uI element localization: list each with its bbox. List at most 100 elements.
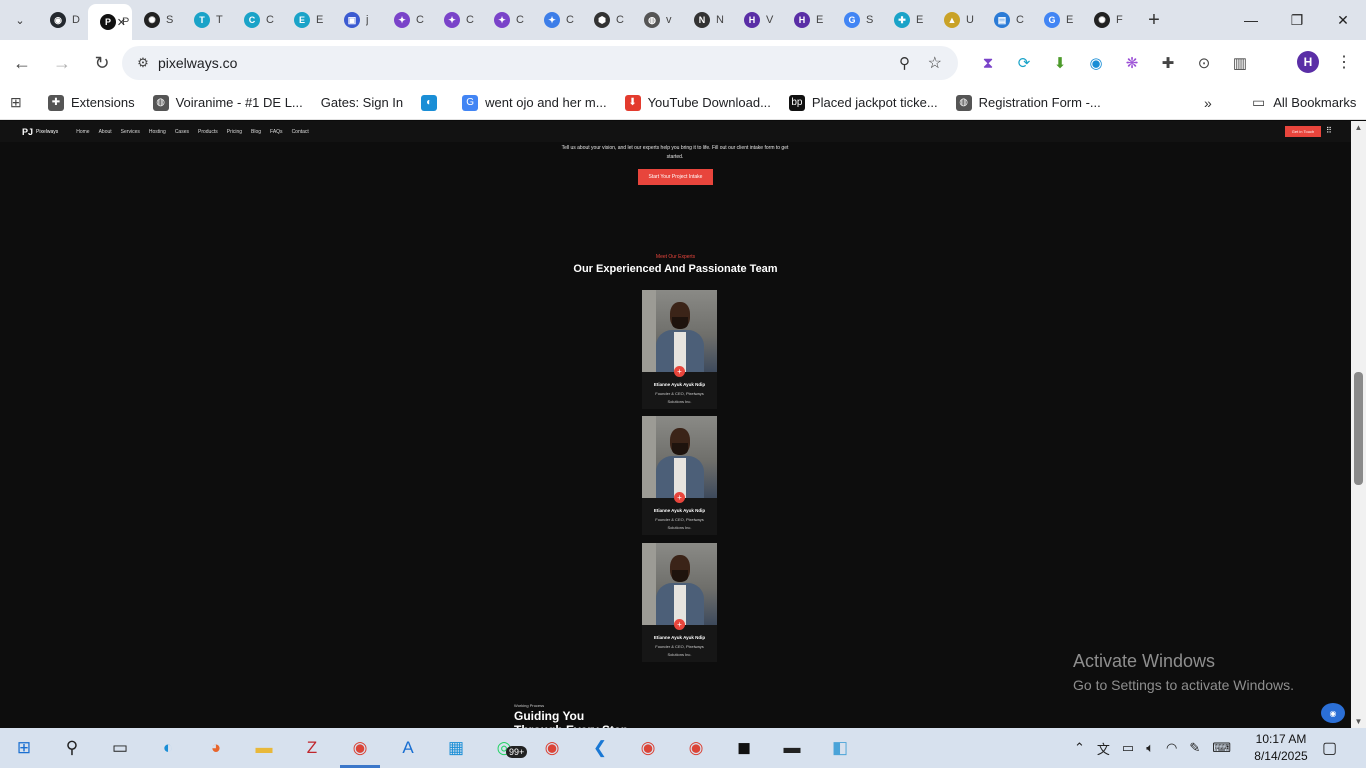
browser-tab[interactable]: ▤ C	[982, 4, 1032, 36]
browser-tab[interactable]: ▲ U	[932, 4, 982, 36]
browser-tab[interactable]: GS	[832, 4, 882, 36]
bookmark-item[interactable]: ✚ Extensions	[48, 94, 135, 111]
site-nav-link[interactable]: Blog	[251, 129, 261, 135]
browser-tab[interactable]: ✦ C	[532, 4, 582, 36]
site-nav-link[interactable]: Hosting	[149, 129, 166, 135]
notification-icon[interactable]: ▢	[1322, 738, 1337, 758]
close-icon[interactable]: ✕	[1320, 0, 1366, 40]
site-info-icon[interactable]: ⚙	[128, 55, 158, 71]
browser-tab[interactable]: ⬢ C	[582, 4, 632, 36]
extension-blue-icon[interactable]: ◉	[1078, 54, 1114, 72]
team-card[interactable]: + Etianne Ayuk Ayuk Ndip Founder & CEO, Pi…	[642, 290, 717, 409]
site-logo[interactable]: PJ Pixelways	[22, 127, 58, 137]
site-nav-link[interactable]: Contact	[292, 129, 309, 135]
team-card[interactable]: + Etianne Ayuk Ayuk Ndip Founder & CEO, Pi…	[642, 543, 717, 662]
bookmark-item[interactable]: ◐	[421, 94, 444, 111]
chrome-alt-icon[interactable]: ◉	[528, 728, 576, 768]
browser-tab[interactable]: ✦ C	[432, 4, 482, 36]
system-clock[interactable]: 10:17 AM 8/14/2025	[1254, 731, 1308, 765]
plus-icon[interactable]: +	[674, 366, 685, 377]
microsoft-store-icon[interactable]: ▦	[432, 728, 480, 768]
wifi-icon[interactable]: ◠	[1166, 740, 1177, 756]
site-nav-link[interactable]: Home	[76, 129, 89, 135]
site-nav-link[interactable]: Services	[121, 129, 140, 135]
browser-tab[interactable]: ✺ F	[1082, 4, 1132, 36]
browser-tab[interactable]: ✚ E	[882, 4, 932, 36]
chrome-icon-2[interactable]: ◉	[672, 728, 720, 768]
extension-sync-icon[interactable]: ⟳	[1006, 54, 1042, 72]
chrome-profile-icon[interactable]: ◉	[336, 728, 384, 768]
extension-green-icon[interactable]: ⬇	[1042, 54, 1078, 72]
chat-widget-icon[interactable]: ◉	[1321, 703, 1345, 723]
team-card[interactable]: + Etianne Ayuk Ayuk Ndip Founder & CEO, Pi…	[642, 416, 717, 535]
plus-icon[interactable]: +	[674, 492, 685, 503]
new-tab-button[interactable]: +	[1140, 9, 1168, 32]
bookmark-item[interactable]: Gates: Sign In	[321, 95, 403, 110]
page-scrollbar[interactable]: ▲ ▼	[1351, 121, 1366, 728]
bookmark-item[interactable]: ⬇ YouTube Download...	[624, 94, 771, 111]
profile-avatar[interactable]: H	[1297, 51, 1319, 73]
notes-icon[interactable]: ◧	[816, 728, 864, 768]
site-nav-link[interactable]: Products	[198, 129, 218, 135]
all-bookmarks-button[interactable]: ▭ All Bookmarks	[1252, 94, 1356, 111]
show-hidden-icons-icon[interactable]: ⌃	[1074, 740, 1085, 756]
browser-tab[interactable]: HV	[732, 4, 782, 36]
site-nav-link[interactable]: About	[99, 129, 112, 135]
apps-grid-icon[interactable]: ⊞	[10, 94, 30, 111]
more-menu-icon[interactable]: ⋮	[1336, 52, 1352, 72]
bookmark-item[interactable]: ◍ Voiranime - #1 DE L...	[152, 94, 303, 111]
browser-tab[interactable]: TT	[182, 4, 232, 36]
restore-icon[interactable]: ❐	[1274, 0, 1320, 40]
browser-tab[interactable]: CC	[232, 4, 282, 36]
browser-tab[interactable]: GE	[1032, 4, 1082, 36]
bookmark-item[interactable]: ◍ Registration Form -...	[955, 94, 1101, 111]
pen-icon[interactable]: ✎	[1189, 740, 1200, 756]
scroll-up-icon[interactable]: ▲	[1351, 123, 1366, 132]
address-bar[interactable]: ⚙ pixelways.co ⚲ ☆	[122, 46, 958, 80]
site-nav-link[interactable]: Pricing	[227, 129, 242, 135]
scroll-thumb[interactable]	[1354, 372, 1363, 485]
zoom-icon[interactable]: ⚲	[899, 54, 910, 72]
browser-tab[interactable]: ◍ v	[632, 4, 682, 36]
menu-grid-icon[interactable]: ⠿	[1326, 126, 1332, 135]
back-icon[interactable]: ←	[4, 45, 40, 81]
language-icon[interactable]: 文	[1097, 739, 1110, 758]
browser-tab[interactable]: ◉ D	[38, 4, 88, 36]
browser-tab[interactable]: NN	[682, 4, 732, 36]
reading-mode-icon[interactable]: ▥	[1222, 54, 1258, 72]
file-explorer-icon[interactable]: ▬	[240, 728, 288, 768]
reload-icon[interactable]: ↻	[84, 45, 120, 81]
plus-icon[interactable]: +	[674, 619, 685, 630]
capcut-icon[interactable]: ◼	[720, 728, 768, 768]
tab-search-icon[interactable]: ⌄	[8, 8, 32, 32]
whatsapp-icon[interactable]: ◎ 99+	[480, 728, 528, 768]
start-icon[interactable]: ⊞	[0, 728, 48, 768]
app-store-icon[interactable]: A	[384, 728, 432, 768]
site-nav-link[interactable]: FAQs	[270, 129, 283, 135]
filezilla-icon[interactable]: Z	[288, 728, 336, 768]
browser-tab[interactable]: ▣ j	[332, 4, 382, 36]
task-view-icon[interactable]: ▭	[96, 728, 144, 768]
extension-brain-icon[interactable]: ❋	[1114, 54, 1150, 72]
get-in-touch-button[interactable]: Get in Touch	[1285, 126, 1321, 137]
battery-icon[interactable]: ▭	[1122, 740, 1134, 756]
volume-icon[interactable]: 🔈︎	[1146, 740, 1154, 756]
browser-tab[interactable]: ✺ S	[132, 4, 182, 36]
forward-icon[interactable]: →	[44, 45, 80, 81]
screenshot-icon[interactable]: ⊙	[1186, 54, 1222, 72]
terminal-icon[interactable]: ▬	[768, 728, 816, 768]
extensions-puzzle-icon[interactable]: ✚	[1150, 54, 1186, 72]
minimize-icon[interactable]: —	[1228, 0, 1274, 40]
browser-tab[interactable]: P P ✕	[88, 4, 132, 40]
site-nav-link[interactable]: Cases	[175, 129, 189, 135]
more-bookmarks-icon[interactable]: »	[1204, 95, 1212, 111]
browser-tab[interactable]: ✦ C	[482, 4, 532, 36]
extension-purple-icon[interactable]: ⧗	[970, 55, 1006, 72]
tab-close-icon[interactable]: ✕	[117, 16, 126, 29]
browser-tab[interactable]: EE	[282, 4, 332, 36]
url-text[interactable]: pixelways.co	[158, 55, 237, 71]
start-project-intake-button[interactable]: Start Your Project Intake	[638, 169, 713, 185]
keyboard-icon[interactable]: ⌨	[1212, 740, 1231, 756]
chrome-icon[interactable]: ◉	[624, 728, 672, 768]
scroll-down-icon[interactable]: ▼	[1351, 717, 1366, 726]
